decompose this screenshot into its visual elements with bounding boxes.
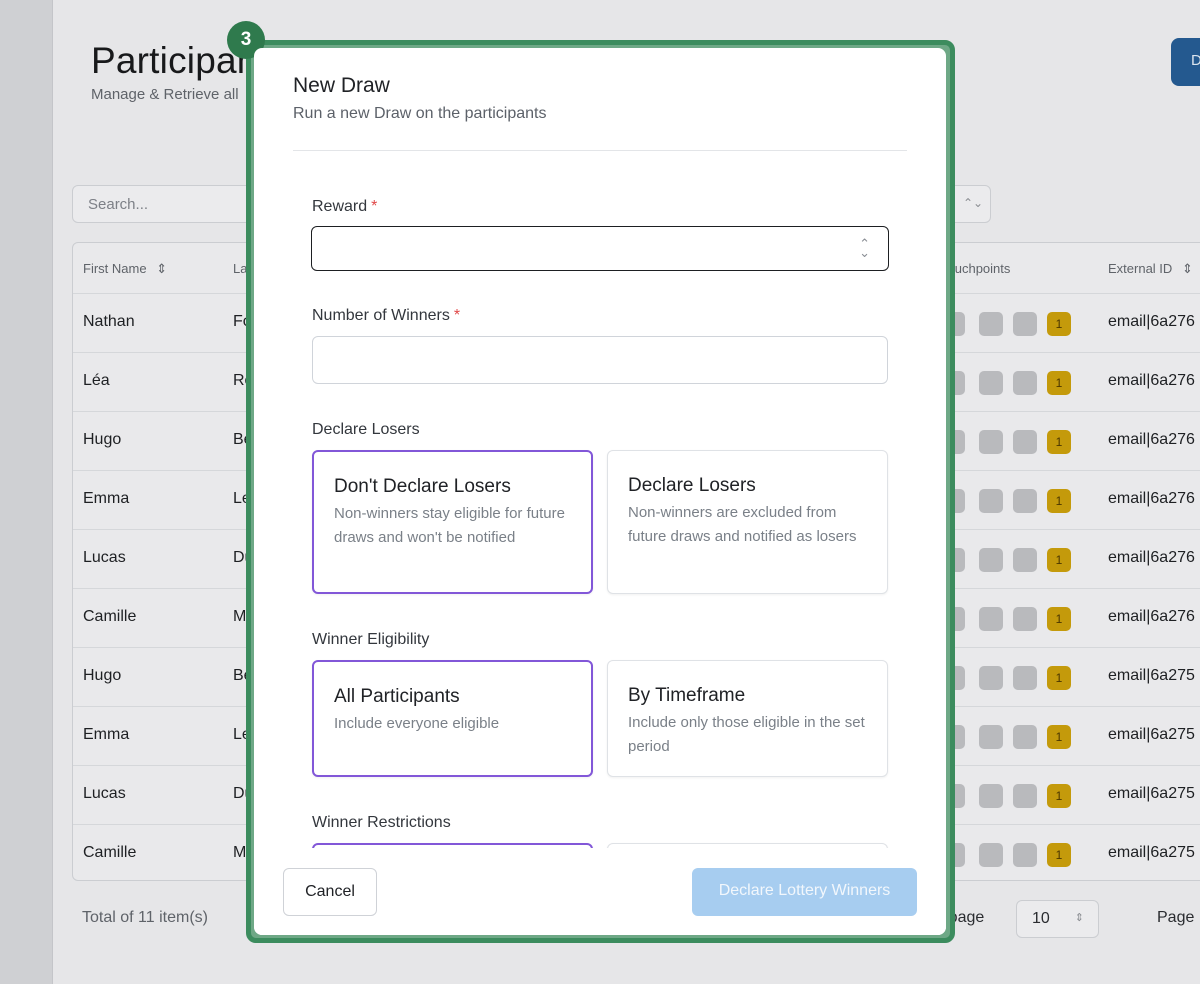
- touchpoint-icon: [1013, 489, 1037, 513]
- search-input[interactable]: Search...: [72, 185, 272, 223]
- total-count: Total of 11 item(s): [82, 909, 208, 926]
- option-title: All Participants: [334, 686, 460, 707]
- touchpoint-icon: [1013, 843, 1037, 867]
- new-draw-dialog: New Draw Run a new Draw on the participa…: [254, 48, 946, 935]
- external-id-cell: email|6a276: [1108, 608, 1195, 625]
- touchpoint-count-badge: 1: [1047, 725, 1071, 749]
- touchpoint-icon: [979, 430, 1003, 454]
- touchpoint-count-badge: 1: [1047, 843, 1071, 867]
- winners-label: Number of Winners *: [312, 307, 461, 324]
- sort-icon: ⇕: [156, 261, 168, 276]
- page-indicator: Page 1: [1157, 909, 1200, 926]
- touchpoint-count-badge: 1: [1047, 430, 1071, 454]
- option-title: Don't Declare Losers: [334, 476, 511, 497]
- touchpoint-icon: [1013, 371, 1037, 395]
- option-title: Declare Losers: [628, 475, 756, 496]
- touchpoint-icon: [979, 548, 1003, 572]
- first-name-cell: Léa: [83, 372, 110, 389]
- external-id-cell: email|6a275: [1108, 667, 1195, 684]
- option-description: Non-winners are excluded from future dra…: [628, 504, 857, 545]
- touchpoint-icon: [1013, 548, 1037, 572]
- external-id-cell: email|6a275: [1108, 785, 1195, 802]
- dialog-footer: Cancel Declare Lottery Winners: [254, 848, 946, 935]
- option-title: By Timeframe: [628, 685, 746, 706]
- winner-restrictions-label: Winner Restrictions: [312, 814, 451, 831]
- first-name-cell: Hugo: [83, 431, 122, 448]
- first-name-cell: Camille: [83, 844, 137, 861]
- dialog-title: New Draw: [293, 74, 390, 97]
- option-all-participants[interactable]: All Participants Include everyone eligib…: [312, 660, 593, 777]
- external-id-cell: email|6a275: [1108, 844, 1195, 861]
- option-description: Include everyone eligible: [334, 715, 500, 732]
- touchpoint-icon: [979, 607, 1003, 631]
- touchpoint-icon: [1013, 784, 1037, 808]
- touchpoint-count-badge: 1: [1047, 489, 1071, 513]
- touchpoint-icon: [979, 666, 1003, 690]
- touchpoint-icon: [1013, 430, 1037, 454]
- reward-label: Reward *: [312, 198, 378, 215]
- number-of-winners-input[interactable]: [312, 336, 888, 384]
- first-name-cell: Lucas: [83, 785, 126, 802]
- first-name-cell: Nathan: [83, 313, 135, 330]
- primary-action-button[interactable]: D: [1171, 38, 1200, 86]
- first-name-cell: Emma: [83, 490, 130, 507]
- touchpoint-icon: [1013, 666, 1037, 690]
- touchpoint-count-badge: 1: [1047, 607, 1071, 631]
- touchpoint-count-badge: 1: [1047, 784, 1071, 808]
- touchpoint-icon: [1013, 725, 1037, 749]
- external-id-cell: email|6a276: [1108, 372, 1195, 389]
- per-page-select[interactable]: 10 ⇕: [1016, 900, 1099, 938]
- external-id-cell: email|6a275: [1108, 726, 1195, 743]
- touchpoint-icon: [979, 843, 1003, 867]
- option-declare-losers[interactable]: Declare Losers Non-winners are excluded …: [607, 450, 888, 594]
- first-name-cell: Hugo: [83, 667, 122, 684]
- touchpoint-icon: [1013, 607, 1037, 631]
- touchpoint-count-badge: 1: [1047, 548, 1071, 572]
- first-name-cell: Emma: [83, 726, 130, 743]
- external-id-cell: email|6a276: [1108, 549, 1195, 566]
- touchpoint-icon: [979, 784, 1003, 808]
- reward-select[interactable]: ⌃ ⌄: [311, 226, 889, 271]
- option-by-timeframe[interactable]: By Timeframe Include only those eligible…: [607, 660, 888, 777]
- sidebar: [0, 0, 53, 984]
- external-id-cell: email|6a276: [1108, 431, 1195, 448]
- declare-losers-label: Declare Losers: [312, 421, 420, 438]
- option-dont-declare-losers[interactable]: Don't Declare Losers Non-winners stay el…: [312, 450, 593, 594]
- dialog-subtitle: Run a new Draw on the participants: [293, 105, 547, 122]
- touchpoint-icon: [1013, 312, 1037, 336]
- chevron-up-down-icon: ⌃⌄: [963, 196, 984, 210]
- divider: [293, 150, 907, 151]
- sort-icon: ⇕: [1181, 261, 1193, 276]
- chevron-up-down-icon: ⇕: [1074, 912, 1084, 924]
- first-name-cell: Lucas: [83, 549, 126, 566]
- declare-lottery-winners-button[interactable]: Declare Lottery Winners: [692, 868, 917, 916]
- touchpoint-count-badge: 1: [1047, 371, 1071, 395]
- column-header-external-id[interactable]: External ID ⇕: [1108, 243, 1193, 293]
- touchpoint-count-badge: 1: [1047, 666, 1071, 690]
- touchpoint-icon: [979, 489, 1003, 513]
- winner-eligibility-label: Winner Eligibility: [312, 631, 430, 648]
- cancel-button[interactable]: Cancel: [283, 868, 377, 916]
- page-subtitle: Manage & Retrieve all: [91, 86, 239, 103]
- touchpoint-icon: [979, 725, 1003, 749]
- chevron-up-down-icon: ⌃⌄: [859, 236, 870, 260]
- first-name-cell: Camille: [83, 608, 137, 625]
- external-id-cell: email|6a276: [1108, 490, 1195, 507]
- touchpoint-icon: [979, 371, 1003, 395]
- touchpoint-count-badge: 1: [1047, 312, 1071, 336]
- external-id-cell: email|6a276: [1108, 313, 1195, 330]
- option-description: Include only those eligible in the set p…: [628, 714, 865, 755]
- column-header-first-name[interactable]: First Name ⇕: [83, 243, 167, 293]
- option-description: Non-winners stay eligible for future dra…: [334, 505, 565, 546]
- touchpoint-icon: [979, 312, 1003, 336]
